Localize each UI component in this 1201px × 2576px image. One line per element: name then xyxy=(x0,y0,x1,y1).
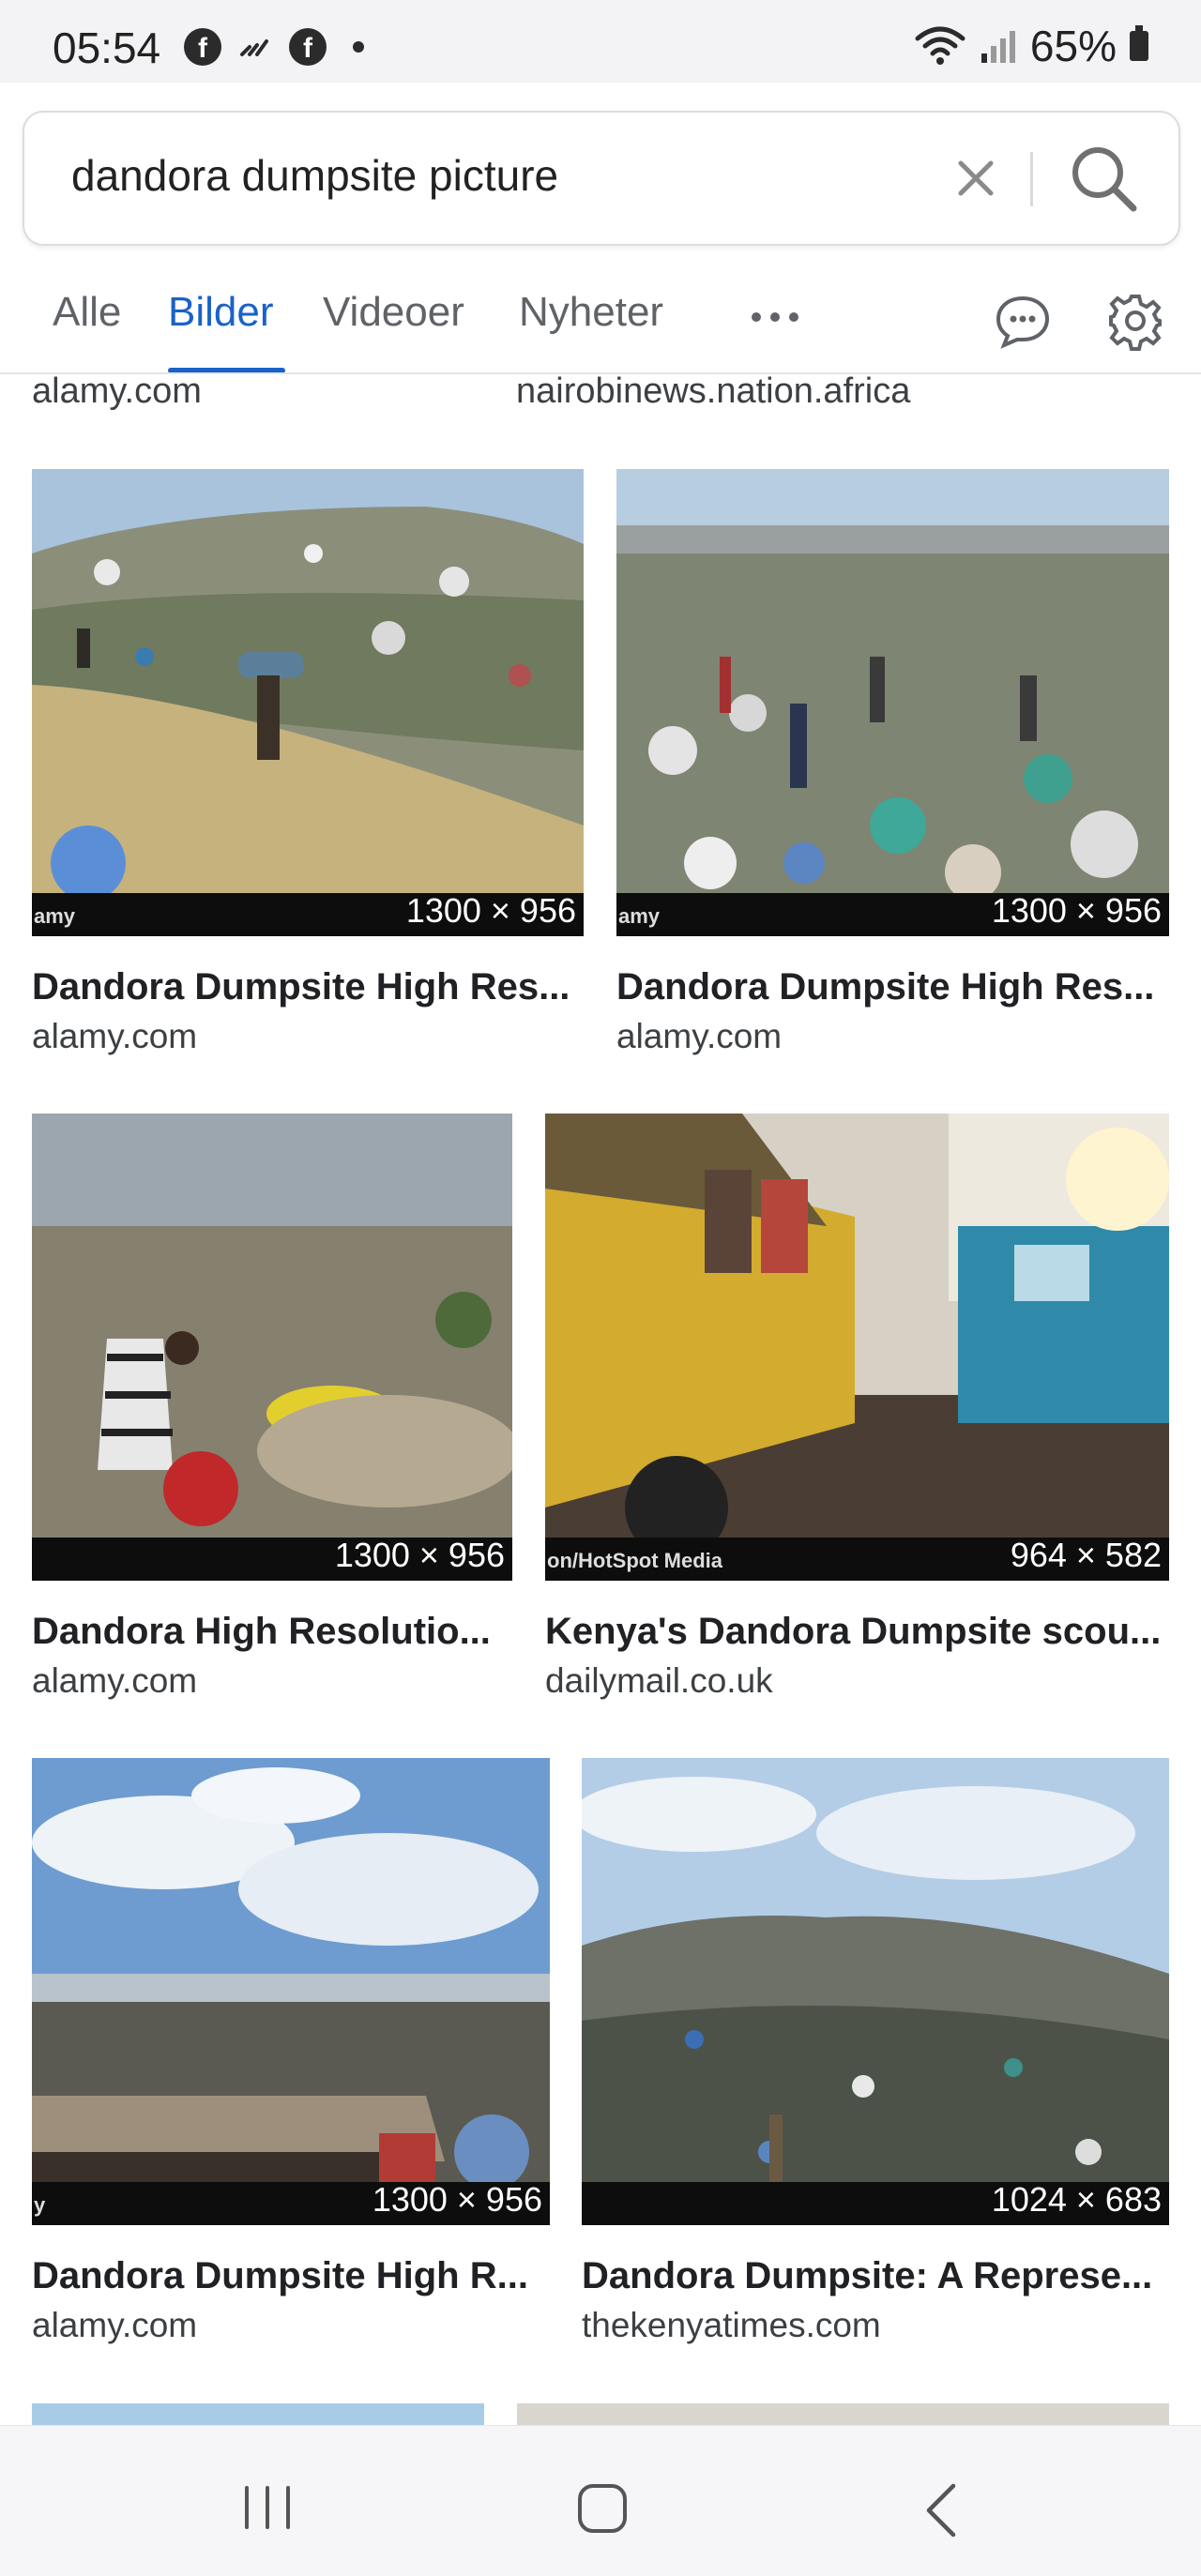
result-thumbnail[interactable]: on/HotSpot Media 964 × 582 xyxy=(545,1114,1169,1581)
tab-bar: Alle Bilder Videoer Nyheter xyxy=(0,272,1201,375)
result-source[interactable]: alamy.com xyxy=(32,2306,197,2345)
status-time: 05:54 xyxy=(53,23,161,72)
result-title[interactable]: Dandora Dumpsite: A Represe... xyxy=(582,2255,1169,2297)
facebook-notification-icon-2: f xyxy=(289,28,327,66)
landfill-photo xyxy=(616,469,1169,936)
landfill-photo xyxy=(32,1114,512,1581)
landfill-photo xyxy=(32,1758,550,2225)
more-horizontal-icon[interactable] xyxy=(749,298,801,336)
search-divider xyxy=(1030,152,1033,206)
dimension-bar: y 1300 × 956 xyxy=(32,2180,550,2225)
dimension-bar: 1300 × 956 xyxy=(32,1536,512,1581)
chat-bubble-icon[interactable] xyxy=(993,291,1053,351)
tab-videoer[interactable]: Videoer xyxy=(323,289,464,336)
dimension-bar: amy 1300 × 956 xyxy=(616,891,1169,936)
image-dimensions: 1300 × 956 xyxy=(991,891,1162,930)
missed-call-icon xyxy=(240,39,268,56)
result-source[interactable]: nairobinews.nation.africa xyxy=(516,371,910,412)
image-dimensions: 964 × 582 xyxy=(1010,1536,1162,1574)
result-source[interactable]: alamy.com xyxy=(32,1661,197,1701)
recents-icon[interactable] xyxy=(239,2484,296,2531)
battery-percent: 65% xyxy=(1029,22,1117,70)
landfill-photo xyxy=(32,469,584,936)
result-source[interactable]: thekenyatimes.com xyxy=(582,2306,881,2345)
watermark-text: on/HotSpot Media xyxy=(547,1549,722,1572)
result-source[interactable]: alamy.com xyxy=(32,371,202,412)
image-dimensions: 1300 × 956 xyxy=(372,2180,542,2219)
image-result[interactable]: amy 1300 × 956 Dandora Dumpsite High Res… xyxy=(32,469,584,1069)
image-result[interactable]: y 1300 × 956 Dandora Dumpsite High R... … xyxy=(32,1758,550,2358)
close-icon[interactable] xyxy=(944,146,1008,210)
tab-nyheter[interactable]: Nyheter xyxy=(519,289,663,336)
result-thumbnail[interactable]: y 1300 × 956 xyxy=(32,1758,550,2225)
result-source[interactable]: alamy.com xyxy=(32,1017,197,1056)
image-result-partial[interactable] xyxy=(32,2403,484,2426)
image-result[interactable]: amy 1300 × 956 Dandora Dumpsite High Res… xyxy=(616,469,1169,1069)
image-result-partial[interactable] xyxy=(517,2403,1169,2426)
facebook-notification-icon: f xyxy=(184,28,221,66)
dimension-bar: 1024 × 683 xyxy=(582,2180,1169,2225)
image-result[interactable]: on/HotSpot Media 964 × 582 Kenya's Dando… xyxy=(545,1114,1169,1714)
dimension-bar: amy 1300 × 956 xyxy=(32,891,584,936)
image-dimensions: 1300 × 956 xyxy=(405,891,576,930)
truck-photo xyxy=(545,1114,1169,1581)
signal-icon xyxy=(981,31,1015,63)
result-title[interactable]: Dandora Dumpsite High Res... xyxy=(32,966,584,1008)
result-thumbnail[interactable]: 1024 × 683 xyxy=(582,1758,1169,2225)
result-title[interactable]: Dandora Dumpsite High Res... xyxy=(616,966,1169,1008)
home-icon[interactable] xyxy=(576,2482,629,2535)
result-thumbnail[interactable]: amy 1300 × 956 xyxy=(32,469,584,936)
system-nav-bar xyxy=(0,2425,1201,2576)
result-thumbnail[interactable]: amy 1300 × 956 xyxy=(616,469,1169,936)
result-source[interactable]: alamy.com xyxy=(616,1017,782,1056)
image-result[interactable]: 1024 × 683 Dandora Dumpsite: A Represe..… xyxy=(582,1758,1169,2358)
result-title[interactable]: Kenya's Dandora Dumpsite scou... xyxy=(545,1611,1169,1653)
status-bar: 05:54 f f 65% xyxy=(0,0,1201,83)
wifi-icon xyxy=(915,26,965,65)
watermark-text: amy xyxy=(34,904,76,928)
tab-alle[interactable]: Alle xyxy=(53,289,121,336)
battery-icon xyxy=(1130,25,1148,61)
result-title[interactable]: Dandora Dumpsite High R... xyxy=(32,2255,550,2297)
result-title[interactable]: Dandora High Resolutio... xyxy=(32,1611,512,1653)
image-dimensions: 1300 × 956 xyxy=(334,1536,505,1574)
search-box[interactable]: dandora dumpsite picture xyxy=(23,111,1180,246)
search-input[interactable]: dandora dumpsite picture xyxy=(71,150,558,201)
more-notifications-dot-icon xyxy=(353,41,364,53)
back-icon[interactable] xyxy=(918,2480,965,2540)
tab-bilder[interactable]: Bilder xyxy=(168,289,274,336)
search-icon[interactable] xyxy=(1064,139,1143,218)
watermark-text: y xyxy=(34,2193,46,2217)
watermark-text: amy xyxy=(618,904,661,928)
image-dimensions: 1024 × 683 xyxy=(991,2180,1162,2219)
dimension-bar: on/HotSpot Media 964 × 582 xyxy=(545,1536,1169,1581)
result-thumbnail[interactable]: 1300 × 956 xyxy=(32,1114,512,1581)
image-result[interactable]: 1300 × 956 Dandora High Resolutio... ala… xyxy=(32,1114,512,1714)
landfill-photo xyxy=(582,1758,1169,2225)
result-source[interactable]: dailymail.co.uk xyxy=(545,1661,773,1701)
gear-icon[interactable] xyxy=(1105,291,1165,351)
